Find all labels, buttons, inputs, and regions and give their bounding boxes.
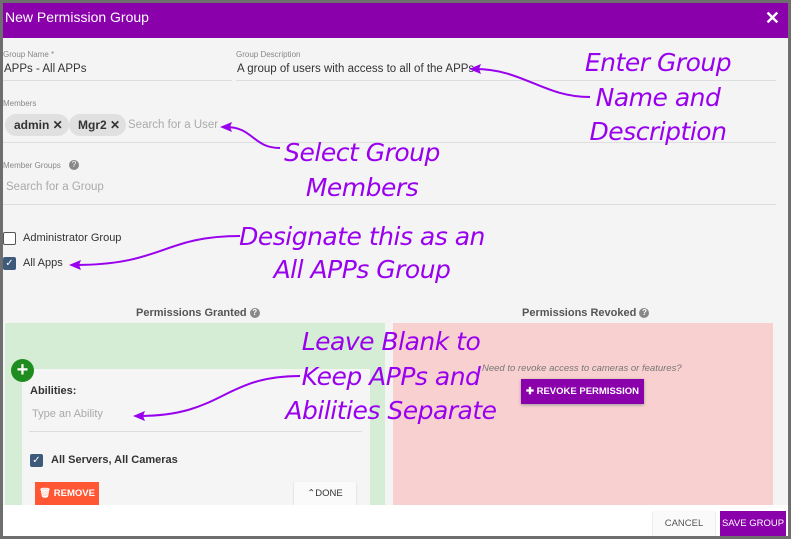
annotation-line: Enter Group bbox=[584, 48, 732, 77]
annotation-leave-blank: Leave Blank to Keep APPs and Abilities S… bbox=[266, 325, 516, 429]
annotation-line: Description bbox=[589, 117, 727, 146]
new-permission-group-dialog: New Permission Group ✕ Group Name * APPs… bbox=[3, 3, 788, 536]
annotation-select-members: Select Group Members bbox=[237, 136, 487, 205]
annotation-line: Members bbox=[305, 172, 419, 202]
annotation-line: Leave Blank to bbox=[301, 327, 481, 356]
annotation-enter-group: Enter Group Name and Description bbox=[533, 46, 783, 150]
annotation-line: Keep APPs and bbox=[301, 361, 481, 391]
annotation-line: Name and bbox=[595, 82, 721, 112]
annotation-line: Abilities Separate bbox=[285, 396, 497, 425]
annotation-line: All APPs Group bbox=[273, 255, 451, 284]
annotation-line: Designate this as an bbox=[239, 222, 485, 251]
annotation-all-apps: Designate this as an All APPs Group bbox=[217, 220, 507, 286]
arrow-to-all-apps bbox=[74, 235, 241, 266]
annotation-line: Select Group bbox=[284, 138, 440, 167]
